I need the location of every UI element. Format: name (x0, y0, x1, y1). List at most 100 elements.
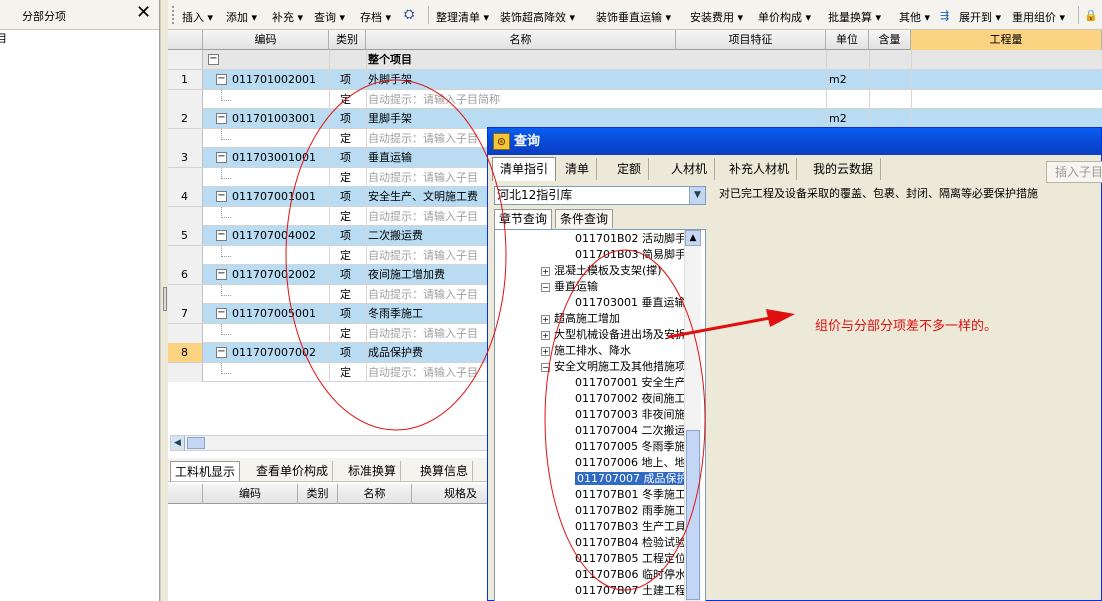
tree-leaf[interactable]: 011701B03 简易脚手 (575, 247, 686, 263)
collapse-icon[interactable]: − (216, 152, 227, 163)
row-type[interactable]: 项 (340, 187, 364, 206)
lock-icon[interactable]: 🔒 (1084, 9, 1098, 22)
header-quantity[interactable]: 工程量 (911, 30, 1102, 50)
splitter[interactable] (160, 0, 168, 601)
collapse-icon[interactable]: − (216, 191, 227, 202)
row-type[interactable]: 定 (340, 363, 364, 382)
splitter-grip[interactable] (163, 287, 167, 311)
row-unit[interactable]: m2 (829, 70, 847, 89)
collapse-icon[interactable]: − (208, 54, 219, 65)
add-menu[interactable]: 添加 ▾ (226, 9, 257, 25)
tree-leaf[interactable]: 011707B04 检验试验 (575, 535, 686, 551)
tree-chapter[interactable]: − 安全文明施工及其他措施项目 (541, 359, 697, 375)
close-icon[interactable]: ✕ (136, 3, 151, 23)
scroll-thumb[interactable] (187, 437, 205, 449)
install-fee-menu[interactable]: 安装费用 ▾ (690, 9, 743, 25)
header-type[interactable]: 类别 (329, 30, 366, 50)
tree-leaf[interactable]: 011707B07 土建工程 (575, 583, 686, 599)
row-type[interactable]: 项 (340, 343, 364, 362)
autocomplete-hint[interactable]: 自动提示：请输入子目 (368, 207, 478, 226)
expand-icon[interactable]: + (541, 346, 550, 356)
row-type[interactable]: 项 (340, 148, 364, 167)
tab-chapter-query[interactable]: 章节查询 (494, 209, 553, 229)
tree-vertical-scrollbar[interactable]: ▲ (684, 230, 701, 601)
collapse-icon[interactable]: − (541, 362, 550, 372)
expand-icon[interactable]: ⇶ (940, 9, 949, 22)
list-row[interactable]: 1 −011701002001 项外脚手架 m2 (168, 70, 1102, 90)
row-type[interactable]: 定 (340, 207, 364, 226)
autocomplete-hint[interactable]: 自动提示：请输入子目 (368, 129, 478, 148)
row-name[interactable]: 二次搬运费 (368, 226, 423, 245)
header-code[interactable]: 编码 (203, 30, 329, 50)
chevron-down-icon[interactable]: ▼ (689, 187, 705, 204)
row-name[interactable]: 垂直运输 (368, 148, 412, 167)
header-features[interactable]: 项目特征 (676, 30, 826, 50)
insert-menu[interactable]: 插入 ▾ (182, 9, 213, 25)
row-code[interactable]: 011701003001 (232, 109, 316, 128)
tree-chapter[interactable]: + 大型机械设备进出场及安拆 (541, 327, 686, 343)
decoration-height-menu[interactable]: 装饰超高降效 ▾ (500, 9, 575, 25)
collapse-icon[interactable]: − (216, 74, 227, 85)
row-name[interactable]: 成品保护费 (368, 343, 423, 362)
tree-leaf[interactable]: 011707B01 冬季施工 (575, 487, 686, 503)
row-code[interactable]: 011707005001 (232, 304, 316, 323)
row-type[interactable]: 定 (340, 324, 364, 343)
row-type[interactable]: 定 (340, 168, 364, 187)
row-name[interactable]: 夜间施工增加费 (368, 265, 445, 284)
tree-leaf[interactable]: 011707003 非夜间施工 (575, 407, 696, 423)
header-unit[interactable]: 单位 (826, 30, 869, 50)
scroll-up-icon[interactable]: ▲ (685, 230, 701, 246)
row-type[interactable]: 项 (340, 70, 364, 89)
reuse-price-menu[interactable]: 重用组价 ▾ (1012, 9, 1065, 25)
row-unit[interactable]: m2 (829, 109, 847, 128)
tab-standard-conversion[interactable]: 标准换算 (344, 461, 402, 481)
tab-labor-material[interactable]: 人材机 (664, 158, 716, 180)
row-name[interactable]: 安全生产、文明施工费 (368, 187, 478, 206)
dialog-titlebar[interactable]: ⊙ 查询 (488, 128, 1101, 155)
binoculars-icon[interactable]: ⛭ (404, 7, 414, 22)
tab-quota[interactable]: 定额 (610, 158, 650, 180)
expand-icon[interactable]: + (541, 314, 550, 324)
left-tree-root[interactable]: 目 (0, 30, 7, 46)
tree-leaf[interactable]: 011707B05 工程定位 (575, 551, 686, 567)
tab-list-guide[interactable]: 清单指引 (492, 157, 557, 181)
tab-list[interactable]: 清单 (558, 158, 598, 180)
bottom-header-type[interactable]: 类别 (298, 484, 338, 504)
archive-menu[interactable]: 存档 ▾ (360, 9, 391, 25)
tree-leaf[interactable]: 011707B06 临时停水 (575, 567, 686, 583)
other-menu[interactable]: 其他 ▾ (899, 9, 930, 25)
tree-leaf[interactable]: 011707001 安全生产 (575, 375, 685, 391)
row-code[interactable]: 011707004002 (232, 226, 316, 245)
autocomplete-hint[interactable]: 自动提示：请输入子目 (368, 363, 478, 382)
list-row[interactable]: 2 −011701003001 项里脚手架 m2 (168, 109, 1102, 129)
tree-chapter[interactable]: − 垂直运输 (541, 279, 598, 295)
collapse-icon[interactable]: − (216, 308, 227, 319)
tab-condition-query[interactable]: 条件查询 (555, 209, 614, 228)
tree-chapter[interactable]: + 施工排水、降水 (541, 343, 631, 359)
decoration-transport-menu[interactable]: 装饰垂直运输 ▾ (596, 9, 671, 25)
tree-chapter[interactable]: + 超高施工增加 (541, 311, 620, 327)
collapse-icon[interactable]: − (216, 269, 227, 280)
autocomplete-hint[interactable]: 自动提示：请输入子目简称 (368, 90, 500, 109)
organize-list-menu[interactable]: 整理清单 ▾ (436, 9, 489, 25)
bottom-header-name[interactable]: 名称 (338, 484, 412, 504)
collapse-icon[interactable]: − (541, 282, 550, 292)
row-type[interactable]: 项 (340, 109, 364, 128)
collapse-icon[interactable]: − (216, 230, 227, 241)
expand-icon[interactable]: + (541, 266, 550, 276)
tab-unit-price-composition[interactable]: 查看单价构成 (252, 461, 334, 481)
horizontal-scrollbar[interactable]: ◀ (170, 435, 490, 451)
toolbar-grip[interactable] (172, 6, 175, 24)
row-type[interactable]: 定 (340, 246, 364, 265)
row-code[interactable]: 011707002002 (232, 265, 316, 284)
tab-cloud-data[interactable]: 我的云数据 (806, 158, 882, 180)
tab-conversion-info[interactable]: 换算信息 (416, 461, 474, 481)
row-type[interactable]: 定 (340, 129, 364, 148)
bottom-header-spec[interactable]: 规格及 (412, 484, 492, 504)
row-name[interactable]: 里脚手架 (368, 109, 412, 128)
row-type[interactable]: 项 (340, 304, 364, 323)
autocomplete-hint[interactable]: 自动提示：请输入子目 (368, 285, 478, 304)
tree-leaf[interactable]: 011703001 垂直运输 (575, 295, 685, 311)
scroll-thumb[interactable] (686, 430, 700, 600)
row-name[interactable]: 冬雨季施工 (368, 304, 423, 323)
